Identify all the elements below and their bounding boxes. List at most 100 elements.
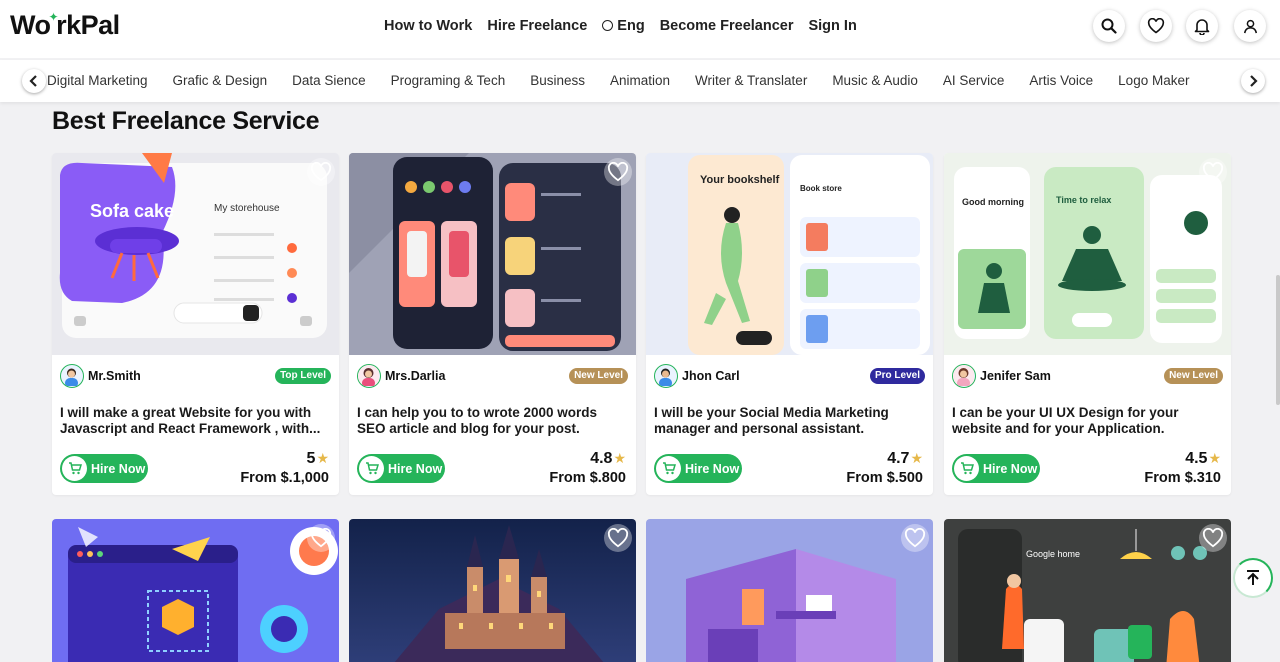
- favorite-toggle[interactable]: [901, 158, 929, 186]
- seller-info: Mrs.Darlia New Level: [357, 364, 628, 388]
- category-ai-service[interactable]: AI Service: [943, 73, 1005, 88]
- service-description[interactable]: I can help you to to wrote 2000 words SE…: [357, 405, 629, 437]
- nav-hire-freelance[interactable]: Hire Freelance: [487, 18, 587, 34]
- rating-value: 4.8: [590, 450, 613, 467]
- nav-sign-in[interactable]: Sign In: [808, 18, 856, 34]
- main-nav: How to Work Hire Freelance Eng Become Fr…: [384, 18, 857, 34]
- hire-now-button[interactable]: Hire Now: [60, 454, 148, 483]
- hire-now-label: Hire Now: [91, 461, 146, 476]
- category-artis-voice[interactable]: Artis Voice: [1029, 73, 1093, 88]
- service-card[interactable]: Google home: [944, 519, 1231, 662]
- heart-icon: [607, 528, 629, 548]
- page-scrollbar[interactable]: [1276, 275, 1280, 405]
- section-title: Best Freelance Service: [52, 107, 320, 135]
- nav-how-to-work[interactable]: How to Work: [384, 18, 472, 34]
- star-icon: ★: [910, 450, 923, 466]
- seller-info: Jenifer Sam New Level: [952, 364, 1223, 388]
- rating: 5★: [307, 450, 329, 468]
- seller-name[interactable]: Jenifer Sam: [980, 369, 1051, 383]
- thumb-title: Google home: [1026, 549, 1080, 559]
- rating: 4.8★: [590, 450, 626, 468]
- seller-name[interactable]: Mr.Smith: [88, 369, 141, 383]
- category-music-audio[interactable]: Music & Audio: [832, 73, 918, 88]
- category-animation[interactable]: Animation: [610, 73, 670, 88]
- workpal-logo[interactable]: Wo✦rkPal: [10, 10, 120, 41]
- cart-icon: [359, 456, 384, 481]
- rating-value: 4.5: [1185, 450, 1208, 467]
- search-icon: [1101, 18, 1117, 34]
- favorite-toggle[interactable]: [307, 524, 335, 552]
- service-thumbnail: [349, 519, 636, 662]
- profile-button[interactable]: [1234, 10, 1266, 42]
- category-bar: Digital Marketing Grafic & Design Data S…: [0, 60, 1280, 102]
- rating-value: 5: [306, 450, 316, 467]
- hire-now-button[interactable]: Hire Now: [952, 454, 1040, 483]
- service-card[interactable]: Your bookshelf Book store Jhon Carl Pro …: [646, 153, 933, 495]
- thumb-subtitle: Time to relax: [1056, 195, 1111, 205]
- category-data-sience[interactable]: Data Sience: [292, 73, 366, 88]
- service-card[interactable]: Sofa cake My storehouse Mr.Smith Top Lev…: [52, 153, 339, 495]
- seller-name[interactable]: Mrs.Darlia: [385, 369, 445, 383]
- category-writer-translater[interactable]: Writer & Translater: [695, 73, 807, 88]
- category-grafic-design[interactable]: Grafic & Design: [173, 73, 268, 88]
- service-card[interactable]: Good morning Time to relax Jenifer Sam N…: [944, 153, 1231, 495]
- hire-now-label: Hire Now: [388, 461, 443, 476]
- category-prev-button[interactable]: [22, 69, 46, 93]
- rating: 4.5★: [1185, 450, 1221, 468]
- seller-name[interactable]: Jhon Carl: [682, 369, 740, 383]
- language-selector[interactable]: Eng: [602, 18, 645, 34]
- heart-icon: [1202, 528, 1224, 548]
- seller-avatar: [357, 364, 381, 388]
- cart-icon: [62, 456, 87, 481]
- favorite-toggle[interactable]: [604, 158, 632, 186]
- service-card[interactable]: Mrs.Darlia New Level I can help you to t…: [349, 153, 636, 495]
- favorites-button[interactable]: [1140, 10, 1172, 42]
- hire-now-button[interactable]: Hire Now: [357, 454, 445, 483]
- level-badge: New Level: [569, 368, 628, 384]
- service-card[interactable]: [52, 519, 339, 662]
- hire-now-button[interactable]: Hire Now: [654, 454, 742, 483]
- cart-icon: [954, 456, 979, 481]
- service-card[interactable]: [646, 519, 933, 662]
- nav-become-freelancer[interactable]: Become Freelancer: [660, 18, 794, 34]
- seller-info: Jhon Carl Pro Level: [654, 364, 925, 388]
- favorite-toggle[interactable]: [901, 524, 929, 552]
- price: From $.310: [1144, 470, 1221, 486]
- service-thumbnail: Good morning Time to relax: [944, 153, 1231, 355]
- arrow-up-icon: [1247, 570, 1259, 585]
- category-digital-marketing[interactable]: Digital Marketing: [47, 73, 148, 88]
- thumb-title: Sofa cake: [90, 201, 174, 221]
- service-thumbnail: Sofa cake My storehouse: [52, 153, 339, 355]
- top-navigation-bar: Wo✦rkPal How to Work Hire Freelance Eng …: [0, 0, 1280, 58]
- service-card[interactable]: [349, 519, 636, 662]
- category-business[interactable]: Business: [530, 73, 585, 88]
- service-thumbnail: [52, 519, 339, 662]
- service-thumbnail: [349, 153, 636, 355]
- service-description[interactable]: I will make a great Website for you with…: [60, 405, 332, 437]
- scroll-to-top-button[interactable]: [1233, 558, 1273, 598]
- seller-avatar: [952, 364, 976, 388]
- service-description[interactable]: I will be your Social Media Marketing ma…: [654, 405, 926, 437]
- category-logo-maker[interactable]: Logo Maker: [1118, 73, 1189, 88]
- seller-info: Mr.Smith Top Level: [60, 364, 331, 388]
- hire-now-label: Hire Now: [983, 461, 1038, 476]
- heart-icon: [1147, 18, 1165, 34]
- favorite-toggle[interactable]: [1199, 158, 1227, 186]
- heart-icon: [904, 162, 926, 182]
- category-programing-tech[interactable]: Programing & Tech: [391, 73, 506, 88]
- search-button[interactable]: [1093, 10, 1125, 42]
- cart-icon: [656, 456, 681, 481]
- service-thumbnail: [646, 519, 933, 662]
- favorite-toggle[interactable]: [604, 524, 632, 552]
- service-description[interactable]: I can be your UI UX Design for your webs…: [952, 405, 1224, 437]
- category-next-button[interactable]: [1241, 69, 1265, 93]
- thumb-title: Good morning: [962, 197, 1024, 207]
- heart-icon: [1202, 162, 1224, 182]
- thumb-subtitle: My storehouse: [214, 203, 280, 214]
- favorite-toggle[interactable]: [1199, 524, 1227, 552]
- notifications-button[interactable]: [1186, 10, 1218, 42]
- heart-icon: [310, 162, 332, 182]
- favorite-toggle[interactable]: [307, 158, 335, 186]
- price: From $.800: [549, 470, 626, 486]
- hire-now-label: Hire Now: [685, 461, 740, 476]
